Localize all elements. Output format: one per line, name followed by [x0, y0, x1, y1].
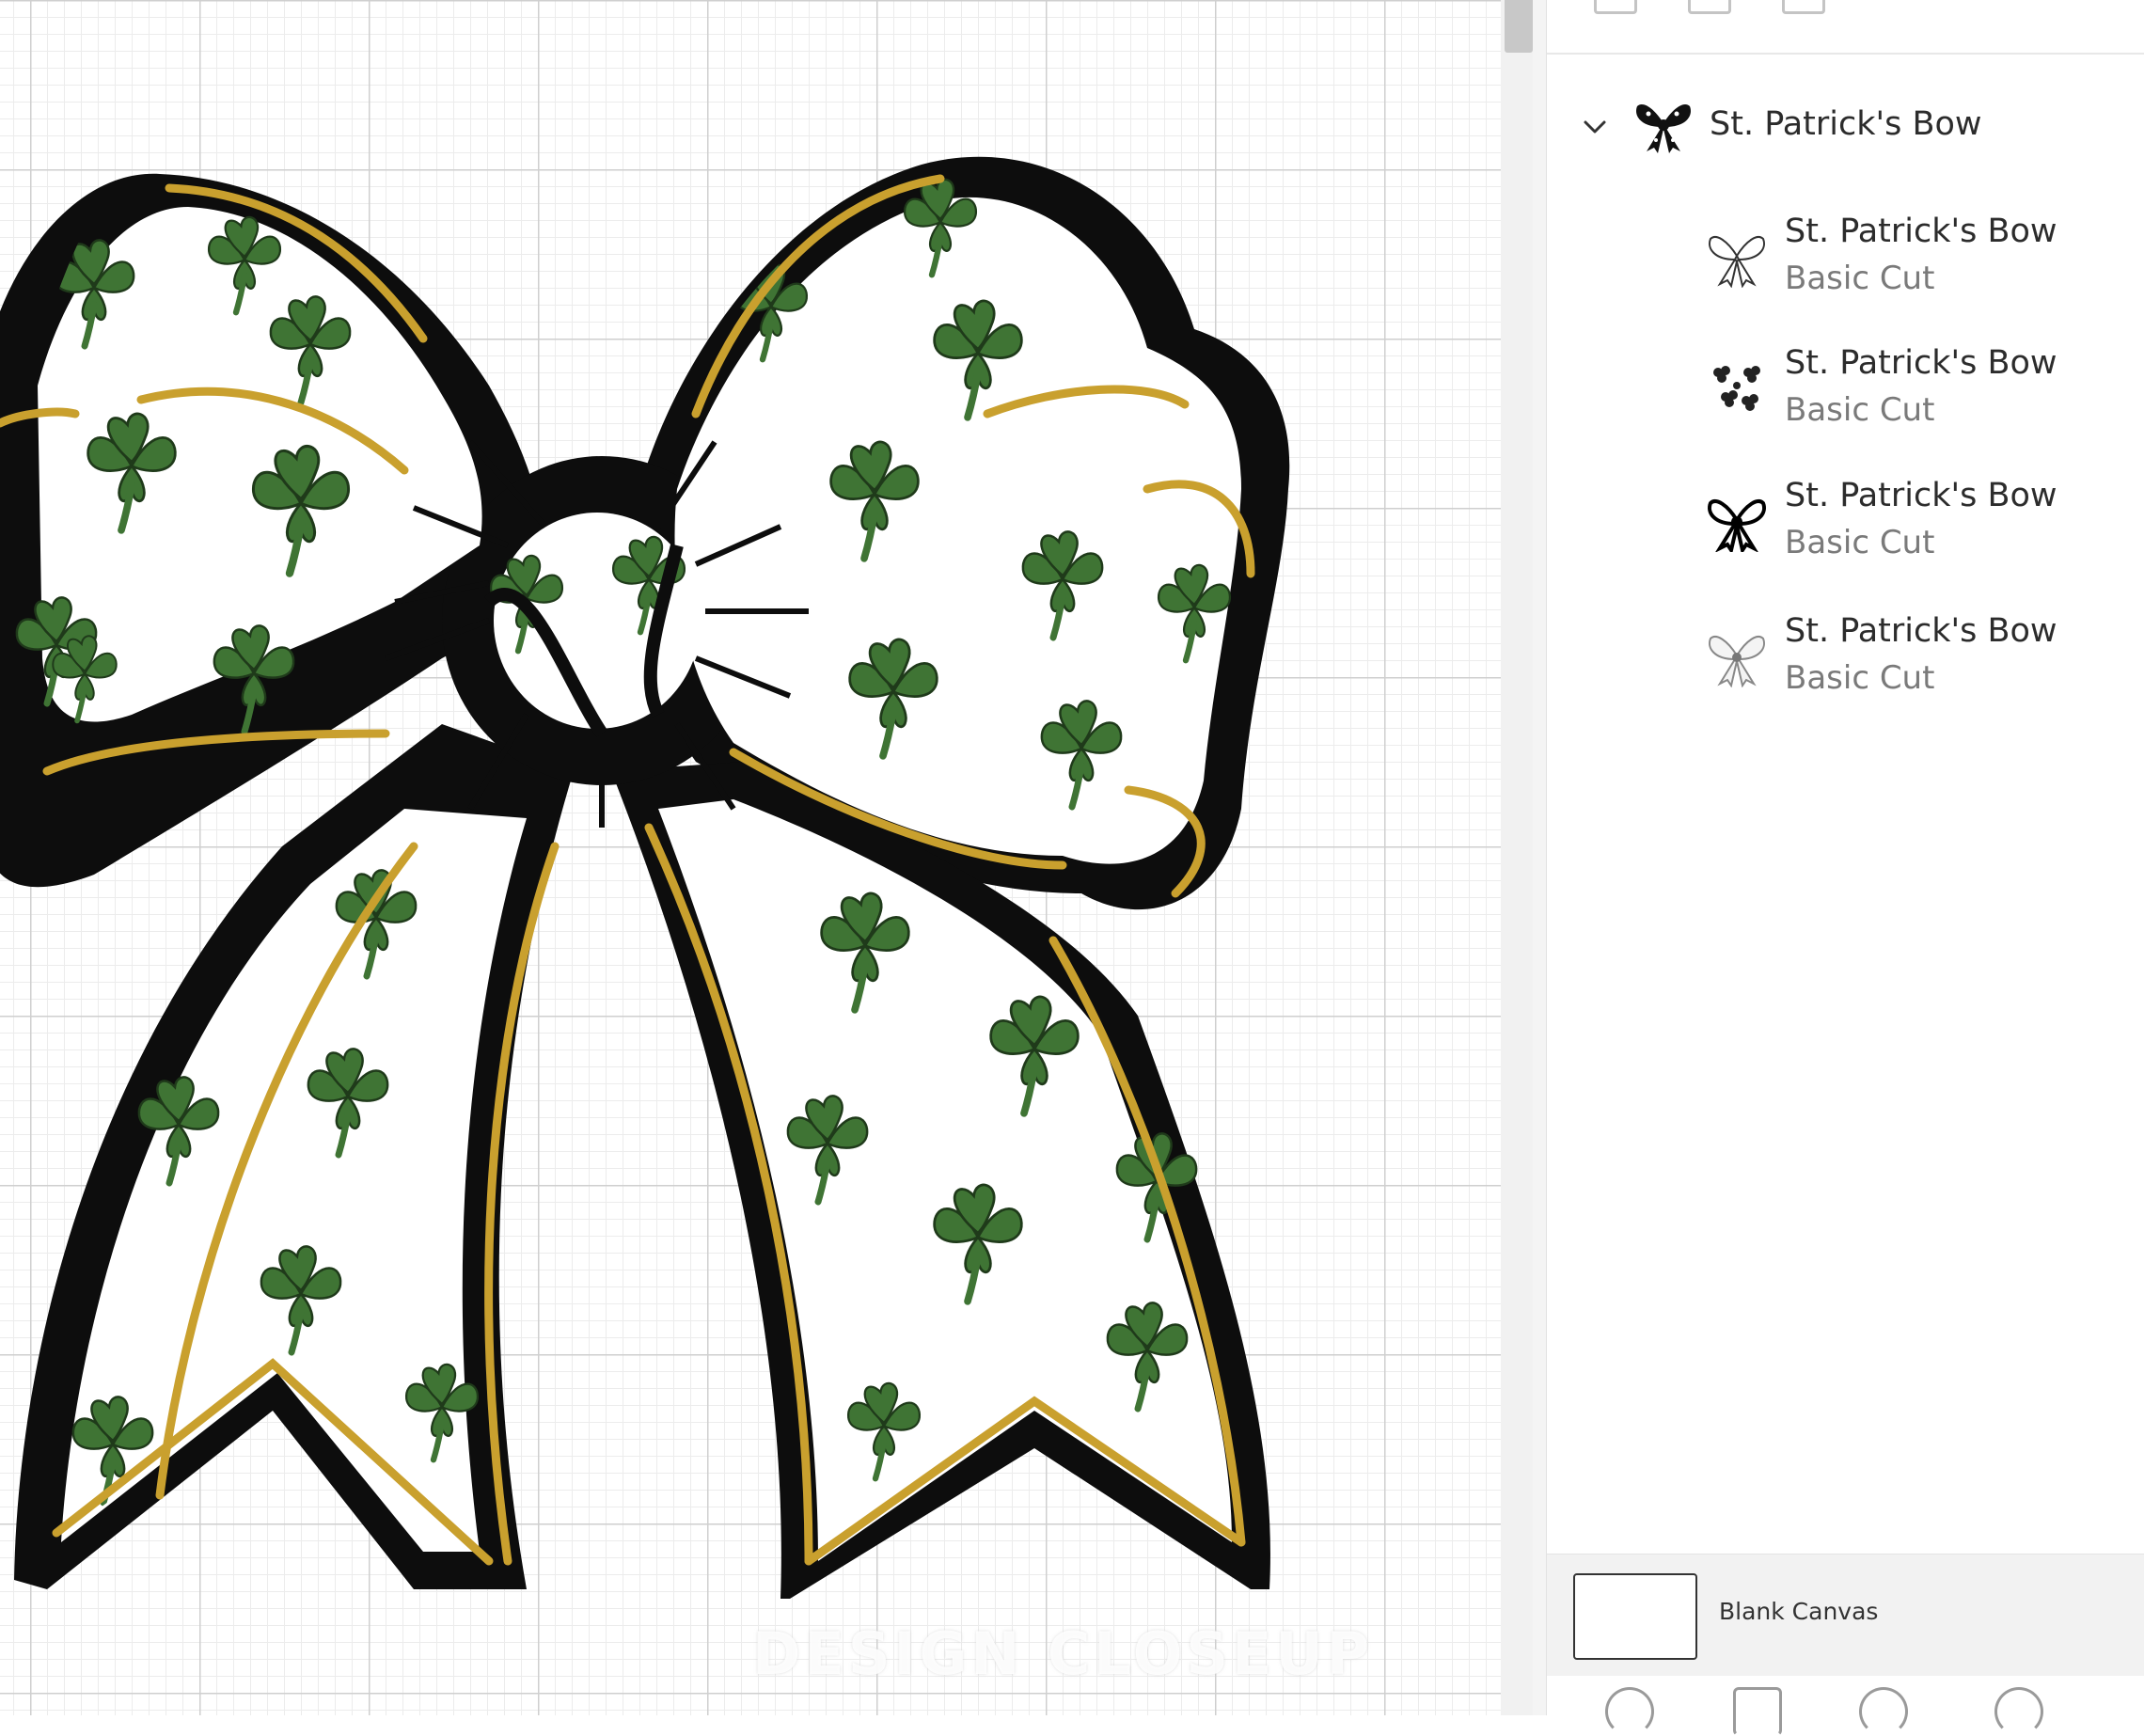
delete-icon[interactable]	[1782, 0, 1825, 14]
attach-icon[interactable]	[1859, 1687, 1908, 1736]
layer-operation: Basic Cut	[1785, 524, 1935, 561]
shamrock-pattern-thumbnail-icon	[1713, 366, 1760, 411]
chevron-down-icon[interactable]	[1583, 115, 1607, 139]
blank-canvas-swatch[interactable]	[1573, 1573, 1697, 1660]
layers-toolbar	[1547, 0, 2144, 55]
watermark: DESIGN CLOSEUP	[752, 1619, 1373, 1685]
duplicate-icon[interactable]	[1688, 0, 1731, 14]
blank-canvas-row[interactable]: Blank Canvas	[1547, 1554, 2144, 1677]
layer-operation: Basic Cut	[1785, 659, 1935, 697]
bow-black-thumbnail-icon	[1708, 499, 1766, 552]
group-icon[interactable]	[1594, 0, 1637, 14]
bow-gold-thumbnail-icon	[1709, 636, 1765, 687]
layer-name: St. Patrick's Bow	[1785, 213, 2057, 250]
layer-row[interactable]: St. Patrick's Bow Basic Cut	[1547, 608, 2144, 712]
layer-operation: Basic Cut	[1785, 260, 1935, 297]
slice-icon[interactable]	[1605, 1687, 1654, 1736]
layers-panel: St. Patrick's Bow St. Patrick's Bow Basi…	[1547, 0, 2144, 1736]
layer-group-label: St. Patrick's Bow	[1710, 105, 1982, 143]
flatten-icon[interactable]	[1994, 1687, 2043, 1736]
layer-operation: Basic Cut	[1785, 391, 1935, 429]
layers-bottom-toolbar	[1547, 1676, 2144, 1736]
layer-name: St. Patrick's Bow	[1785, 612, 2057, 650]
panel-divider	[1533, 0, 1547, 1715]
bow-thumbnail-icon	[1636, 104, 1691, 153]
canvas-scrollbar-thumb[interactable]	[1505, 0, 1533, 53]
bow-artwork[interactable]	[0, 0, 1501, 1715]
canvas-scrollbar-track[interactable]	[1501, 0, 1533, 1715]
bow-outline-thumbnail-icon	[1709, 236, 1765, 288]
design-canvas[interactable]: DESIGN CLOSEUP	[0, 0, 1501, 1715]
layer-group-row[interactable]: St. Patrick's Bow	[1547, 92, 2144, 160]
layer-row[interactable]: St. Patrick's Bow Basic Cut	[1547, 340, 2144, 444]
layer-row[interactable]: St. Patrick's Bow Basic Cut	[1547, 209, 2144, 312]
layer-name: St. Patrick's Bow	[1785, 477, 2057, 514]
layer-row[interactable]: St. Patrick's Bow Basic Cut	[1547, 473, 2144, 576]
blank-canvas-label: Blank Canvas	[1719, 1598, 1879, 1625]
combine-icon[interactable]	[1733, 1687, 1782, 1736]
layer-name: St. Patrick's Bow	[1785, 344, 2057, 382]
